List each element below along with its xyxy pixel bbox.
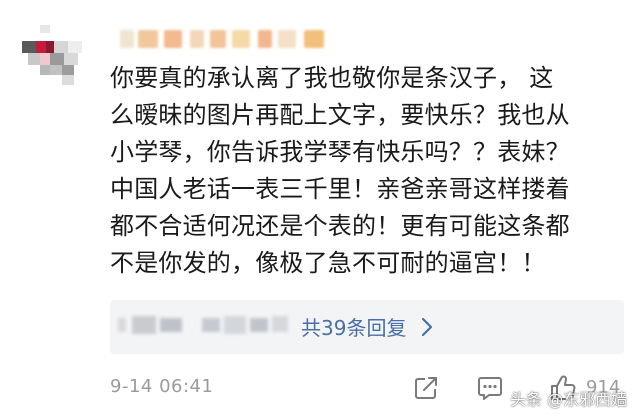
comment-icon[interactable] — [476, 374, 504, 402]
comment-card: 你要真的承认离了我也敬你是条汉子， 这 么暧昧的图片再配上文字，要快乐？我也从 … — [0, 0, 640, 418]
view-replies-link[interactable]: 共39条回复 — [301, 312, 406, 341]
reply-user-redacted — [118, 316, 188, 334]
comment-line: 你要真的承认离了我也敬你是条汉子， 这 — [110, 64, 554, 92]
watermark: 头条 @东邪西嫱 — [510, 390, 628, 409]
chevron-right-icon[interactable] — [420, 316, 434, 338]
comment-line: 不是你发的，像极了急不可耐的逼宫！！ — [110, 249, 546, 277]
comment-body: 你要真的承认离了我也敬你是条汉子， 这 么暧昧的图片再配上文字，要快乐？我也从 … — [110, 60, 622, 282]
comment-line: 小学琴，你告诉我学琴有快乐吗？？表妹？ — [110, 138, 570, 166]
comment-line: 么暧昧的图片再配上文字，要快乐？我也从 — [110, 101, 570, 129]
comment-line: 都不合适何况还是个表的！更有可能这条都 — [110, 212, 570, 240]
share-icon[interactable] — [412, 374, 440, 402]
comment-line: 中国人老话一表三千里！亲爸亲哥这样搂着 — [110, 175, 570, 203]
replies-preview[interactable]: 共39条回复 — [110, 300, 624, 354]
reply-user-redacted — [202, 316, 292, 334]
username-redacted[interactable] — [120, 24, 350, 54]
avatar[interactable] — [22, 25, 84, 87]
timestamp: 9-14 06:41 — [110, 376, 214, 397]
